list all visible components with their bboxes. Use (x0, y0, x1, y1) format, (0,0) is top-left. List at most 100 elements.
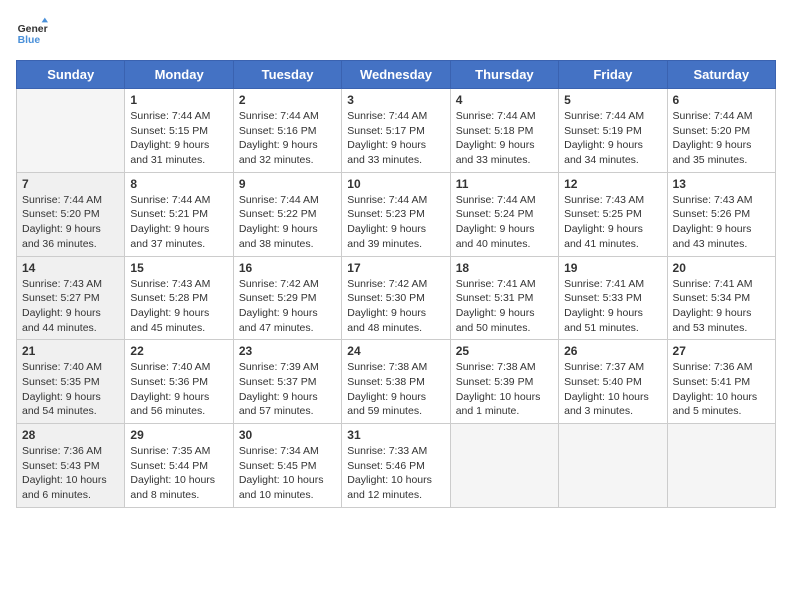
day-info: Sunrise: 7:39 AMSunset: 5:37 PMDaylight:… (239, 360, 336, 419)
day-cell: 10Sunrise: 7:44 AMSunset: 5:23 PMDayligh… (342, 172, 450, 256)
day-number: 31 (347, 428, 444, 442)
day-number: 7 (22, 177, 119, 191)
day-info: Sunrise: 7:41 AMSunset: 5:33 PMDaylight:… (564, 277, 661, 336)
day-cell: 23 Sunrise: 7:39 AMSunset: 5:37 PMDayligh… (233, 340, 341, 424)
day-info: Sunrise: 7:43 AMSunset: 5:25 PMDaylight:… (564, 193, 661, 252)
day-number: 25 (456, 344, 553, 358)
day-info: Sunrise: 7:40 AMSunset: 5:36 PMDaylight:… (130, 360, 227, 419)
day-number: 13 (673, 177, 770, 191)
day-cell: 3Sunrise: 7:44 AMSunset: 5:17 PMDaylight… (342, 89, 450, 173)
day-info: Sunrise: 7:41 AMSunset: 5:31 PMDaylight:… (456, 277, 553, 336)
day-info: Sunrise: 7:44 AMSunset: 5:18 PMDaylight:… (456, 109, 553, 168)
day-info: Sunrise: 7:43 AMSunset: 5:28 PMDaylight:… (130, 277, 227, 336)
day-info: Sunrise: 7:44 AMSunset: 5:16 PMDaylight:… (239, 109, 336, 168)
day-cell (559, 424, 667, 508)
week-row-2: 7 Sunrise: 7:44 AMSunset: 5:20 PMDaylight… (17, 172, 776, 256)
logo-icon: General Blue (16, 16, 48, 48)
day-number: 5 (564, 93, 661, 107)
calendar-table: SundayMondayTuesdayWednesdayThursdayFrid… (16, 60, 776, 508)
day-number: 16 (239, 261, 336, 275)
day-cell: 29 Sunrise: 7:35 AMSunset: 5:44 PMDayligh… (125, 424, 233, 508)
day-number: 15 (130, 261, 227, 275)
day-cell: 17Sunrise: 7:42 AMSunset: 5:30 PMDayligh… (342, 256, 450, 340)
day-number: 9 (239, 177, 336, 191)
day-number: 2 (239, 93, 336, 107)
weekday-friday: Friday (559, 61, 667, 89)
day-number: 19 (564, 261, 661, 275)
weekday-tuesday: Tuesday (233, 61, 341, 89)
day-cell: 6 Sunrise: 7:44 AMSunset: 5:20 PMDaylight… (667, 89, 775, 173)
svg-text:Blue: Blue (18, 35, 41, 46)
day-info: Sunrise: 7:38 AMSunset: 5:38 PMDaylight:… (347, 360, 444, 419)
day-cell: 25 Sunrise: 7:38 AMSunset: 5:39 PMDayligh… (450, 340, 558, 424)
page-header: General Blue (16, 16, 776, 48)
day-cell: 28Sunrise: 7:36 AMSunset: 5:43 PMDayligh… (17, 424, 125, 508)
day-cell: 19 Sunrise: 7:41 AMSunset: 5:33 PMDayligh… (559, 256, 667, 340)
day-cell (450, 424, 558, 508)
day-info: Sunrise: 7:41 AMSunset: 5:34 PMDaylight:… (673, 277, 770, 336)
svg-text:General: General (18, 24, 48, 35)
day-cell: 15 Sunrise: 7:43 AMSunset: 5:28 PMDayligh… (125, 256, 233, 340)
day-cell: 22 Sunrise: 7:40 AMSunset: 5:36 PMDayligh… (125, 340, 233, 424)
day-cell: 7 Sunrise: 7:44 AMSunset: 5:20 PMDaylight… (17, 172, 125, 256)
calendar-body: 1Sunrise: 7:44 AMSunset: 5:15 PMDaylight… (17, 89, 776, 508)
day-number: 28 (22, 428, 119, 442)
day-number: 22 (130, 344, 227, 358)
week-row-5: 28Sunrise: 7:36 AMSunset: 5:43 PMDayligh… (17, 424, 776, 508)
day-cell: 5Sunrise: 7:44 AMSunset: 5:19 PMDaylight… (559, 89, 667, 173)
day-info: Sunrise: 7:35 AMSunset: 5:44 PMDaylight:… (130, 444, 227, 503)
day-cell: 13 Sunrise: 7:43 AMSunset: 5:26 PMDayligh… (667, 172, 775, 256)
day-info: Sunrise: 7:33 AMSunset: 5:46 PMDaylight:… (347, 444, 444, 503)
day-cell: 8 Sunrise: 7:44 AMSunset: 5:21 PMDaylight… (125, 172, 233, 256)
weekday-sunday: Sunday (17, 61, 125, 89)
day-info: Sunrise: 7:44 AMSunset: 5:22 PMDaylight:… (239, 193, 336, 252)
day-number: 12 (564, 177, 661, 191)
day-info: Sunrise: 7:44 AMSunset: 5:21 PMDaylight:… (130, 193, 227, 252)
day-number: 4 (456, 93, 553, 107)
day-cell: 2 Sunrise: 7:44 AMSunset: 5:16 PMDaylight… (233, 89, 341, 173)
weekday-monday: Monday (125, 61, 233, 89)
day-cell: 31 Sunrise: 7:33 AMSunset: 5:46 PMDayligh… (342, 424, 450, 508)
day-cell: 14Sunrise: 7:43 AMSunset: 5:27 PMDayligh… (17, 256, 125, 340)
day-number: 20 (673, 261, 770, 275)
weekday-saturday: Saturday (667, 61, 775, 89)
week-row-3: 14Sunrise: 7:43 AMSunset: 5:27 PMDayligh… (17, 256, 776, 340)
day-info: Sunrise: 7:43 AMSunset: 5:26 PMDaylight:… (673, 193, 770, 252)
weekday-thursday: Thursday (450, 61, 558, 89)
day-cell (667, 424, 775, 508)
day-cell: 30Sunrise: 7:34 AMSunset: 5:45 PMDayligh… (233, 424, 341, 508)
day-info: Sunrise: 7:43 AMSunset: 5:27 PMDaylight:… (22, 277, 119, 336)
day-number: 21 (22, 344, 119, 358)
day-cell: 24 Sunrise: 7:38 AMSunset: 5:38 PMDayligh… (342, 340, 450, 424)
day-number: 1 (130, 93, 227, 107)
day-number: 18 (456, 261, 553, 275)
week-row-1: 1Sunrise: 7:44 AMSunset: 5:15 PMDaylight… (17, 89, 776, 173)
day-info: Sunrise: 7:44 AMSunset: 5:17 PMDaylight:… (347, 109, 444, 168)
day-number: 27 (673, 344, 770, 358)
day-number: 24 (347, 344, 444, 358)
day-number: 6 (673, 93, 770, 107)
day-cell: 20 Sunrise: 7:41 AMSunset: 5:34 PMDayligh… (667, 256, 775, 340)
day-cell: 1Sunrise: 7:44 AMSunset: 5:15 PMDaylight… (125, 89, 233, 173)
day-info: Sunrise: 7:44 AMSunset: 5:20 PMDaylight:… (673, 109, 770, 168)
day-info: Sunrise: 7:42 AMSunset: 5:30 PMDaylight:… (347, 277, 444, 336)
day-number: 26 (564, 344, 661, 358)
day-info: Sunrise: 7:44 AMSunset: 5:20 PMDaylight:… (22, 193, 119, 252)
day-number: 10 (347, 177, 444, 191)
day-number: 8 (130, 177, 227, 191)
day-cell: 4 Sunrise: 7:44 AMSunset: 5:18 PMDaylight… (450, 89, 558, 173)
day-cell: 12 Sunrise: 7:43 AMSunset: 5:25 PMDayligh… (559, 172, 667, 256)
day-number: 23 (239, 344, 336, 358)
day-number: 29 (130, 428, 227, 442)
day-info: Sunrise: 7:36 AMSunset: 5:41 PMDaylight:… (673, 360, 770, 419)
day-info: Sunrise: 7:42 AMSunset: 5:29 PMDaylight:… (239, 277, 336, 336)
day-cell: 26Sunrise: 7:37 AMSunset: 5:40 PMDayligh… (559, 340, 667, 424)
weekday-header-row: SundayMondayTuesdayWednesdayThursdayFrid… (17, 61, 776, 89)
day-info: Sunrise: 7:34 AMSunset: 5:45 PMDaylight:… (239, 444, 336, 503)
week-row-4: 21 Sunrise: 7:40 AMSunset: 5:35 PMDayligh… (17, 340, 776, 424)
day-cell: 21 Sunrise: 7:40 AMSunset: 5:35 PMDayligh… (17, 340, 125, 424)
day-info: Sunrise: 7:40 AMSunset: 5:35 PMDaylight:… (22, 360, 119, 419)
day-cell: 16 Sunrise: 7:42 AMSunset: 5:29 PMDayligh… (233, 256, 341, 340)
day-info: Sunrise: 7:38 AMSunset: 5:39 PMDaylight:… (456, 360, 553, 419)
day-info: Sunrise: 7:44 AMSunset: 5:24 PMDaylight:… (456, 193, 553, 252)
